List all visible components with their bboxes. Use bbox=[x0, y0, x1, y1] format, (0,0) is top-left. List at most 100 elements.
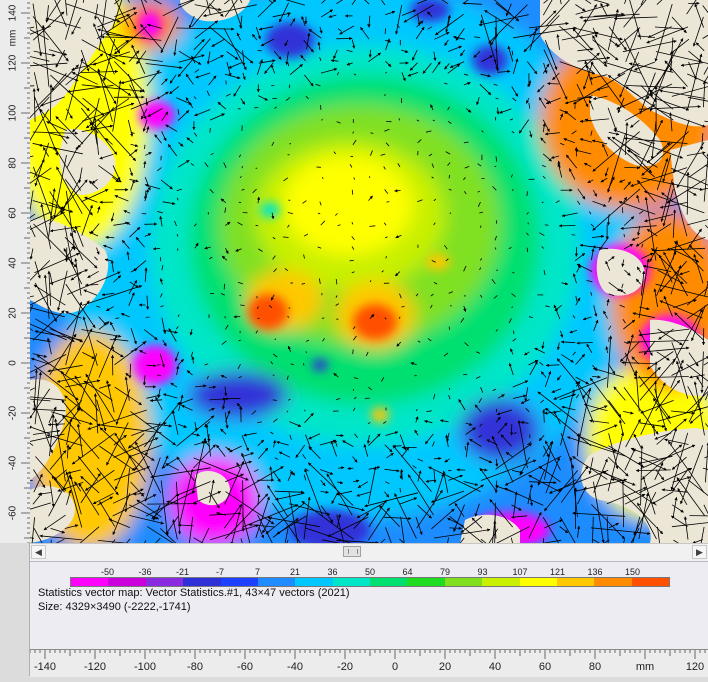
vector-arrow bbox=[449, 388, 450, 390]
ruler-label: -20 bbox=[337, 661, 353, 673]
vector-arrow bbox=[240, 305, 245, 306]
vector-arrow bbox=[239, 295, 241, 296]
ruler-label: 120 bbox=[686, 661, 704, 673]
vector-arrow bbox=[395, 191, 401, 192]
legend-value: 36 bbox=[313, 567, 353, 577]
vector-arrow bbox=[495, 117, 496, 121]
ruler-label: -80 bbox=[187, 661, 203, 673]
ruler-label: 0 bbox=[8, 360, 19, 366]
vector-arrow bbox=[401, 307, 404, 308]
legend-swatch bbox=[482, 578, 519, 586]
legend-value: 93 bbox=[463, 567, 503, 577]
ruler-label: -40 bbox=[287, 661, 303, 673]
info-vector-map-line: Statistics vector map: Vector Statistics… bbox=[38, 587, 350, 599]
ruler-label: 80 bbox=[589, 661, 601, 673]
legend-swatch bbox=[557, 578, 594, 586]
legend-swatch bbox=[71, 578, 108, 586]
vector-arrow bbox=[160, 257, 161, 261]
legend-swatch bbox=[221, 578, 258, 586]
legend-swatch bbox=[333, 578, 370, 586]
legend-value: 64 bbox=[388, 567, 428, 577]
ruler-label: 20 bbox=[8, 307, 19, 319]
legend-value: 107 bbox=[500, 567, 540, 577]
ruler-label: -20 bbox=[8, 405, 19, 420]
ruler-label: -120 bbox=[84, 661, 106, 673]
legend-value: -36 bbox=[125, 567, 165, 577]
vector-arrow bbox=[323, 177, 324, 179]
ruler-label: -60 bbox=[237, 661, 253, 673]
ruler-unit-label: mm bbox=[636, 661, 654, 673]
arrow-left-icon: ◀ bbox=[35, 547, 42, 557]
legend-value: 7 bbox=[238, 567, 278, 577]
legend-values: -50-36-21-77213650647993107121136150 bbox=[70, 567, 670, 577]
vector-arrow bbox=[481, 226, 482, 228]
vector-map-plot[interactable] bbox=[30, 0, 708, 543]
legend-swatch bbox=[520, 578, 557, 586]
horizontal-ruler-scale: -140 -120 -100 -80 -60 -40 -20 0 20 40 60 80 120 mm bbox=[30, 650, 708, 677]
ruler-label: 120 bbox=[8, 54, 19, 71]
legend-swatch bbox=[407, 578, 444, 586]
ruler-label: 60 bbox=[8, 207, 19, 219]
ruler-label: 140 bbox=[8, 4, 19, 21]
vector-arrow bbox=[353, 389, 354, 391]
arrow-right-icon: ▶ bbox=[696, 547, 703, 557]
legend-swatch bbox=[146, 578, 183, 586]
ruler-label: -100 bbox=[134, 661, 156, 673]
vector-arrow bbox=[336, 435, 344, 436]
ruler-label: 40 bbox=[489, 661, 501, 673]
vector-arrow bbox=[572, 235, 576, 236]
vector-arrow bbox=[353, 349, 354, 354]
vector-arrow bbox=[289, 308, 291, 309]
ruler-label: -60 bbox=[8, 505, 19, 520]
legend-value: 121 bbox=[538, 567, 578, 577]
vector-arrow bbox=[305, 410, 306, 412]
ruler-label: 100 bbox=[8, 104, 19, 121]
legend-color-bar bbox=[70, 577, 670, 587]
ruler-label: 0 bbox=[392, 661, 398, 673]
legend-value: -7 bbox=[200, 567, 240, 577]
vector-arrow bbox=[386, 256, 387, 258]
legend-swatch bbox=[370, 578, 407, 586]
vector-arrow bbox=[624, 167, 640, 168]
horizontal-ruler: -140 -120 -100 -80 -60 -40 -20 0 20 40 60 80 120 mm bbox=[30, 649, 708, 677]
ruler-label: 40 bbox=[8, 257, 19, 269]
legend-value: 150 bbox=[613, 567, 653, 577]
legend-value: 21 bbox=[275, 567, 315, 577]
vector-arrow bbox=[147, 504, 197, 505]
legend-swatch bbox=[295, 578, 332, 586]
legend-swatch bbox=[183, 578, 220, 586]
vector-arrow bbox=[385, 28, 386, 34]
legend-swatch bbox=[632, 578, 669, 586]
legend-swatch bbox=[108, 578, 145, 586]
legend-swatch bbox=[594, 578, 631, 586]
vertical-ruler-scale: 140 120 100 80 60 40 20 0 -20 -40 -60 mm bbox=[0, 0, 30, 543]
ruler-label: -40 bbox=[8, 455, 19, 470]
legend-value: -21 bbox=[163, 567, 203, 577]
vector-arrow bbox=[547, 84, 559, 85]
legend-value: 136 bbox=[575, 567, 615, 577]
vector-arrow bbox=[385, 73, 387, 74]
ruler-label: 80 bbox=[8, 157, 19, 169]
info-size-line: Size: 4329×3490 (-2222,-1741) bbox=[38, 601, 191, 613]
scroll-left-button[interactable]: ◀ bbox=[31, 545, 46, 559]
info-panel: -50-36-21-77213650647993107121136150 Sta… bbox=[30, 561, 708, 650]
legend-value: -50 bbox=[88, 567, 128, 577]
legend-swatch bbox=[445, 578, 482, 586]
legend-swatch bbox=[258, 578, 295, 586]
scrollbar-thumb[interactable] bbox=[343, 546, 361, 557]
vector-arrow bbox=[157, 375, 161, 376]
legend-value: 79 bbox=[425, 567, 465, 577]
ruler-label: 20 bbox=[439, 661, 451, 673]
ruler-label: -140 bbox=[34, 661, 56, 673]
ruler-corner bbox=[0, 543, 30, 676]
scroll-right-button[interactable]: ▶ bbox=[692, 545, 707, 559]
legend-value: 50 bbox=[350, 567, 390, 577]
ruler-unit-label: mm bbox=[8, 30, 19, 47]
ruler-label: 60 bbox=[539, 661, 551, 673]
vector-arrow bbox=[496, 220, 497, 223]
vector-arrow bbox=[434, 458, 441, 459]
vector-arrow bbox=[400, 488, 401, 492]
vector-arrow bbox=[145, 145, 146, 149]
vector-map-canvas[interactable] bbox=[30, 0, 708, 543]
horizontal-scrollbar[interactable]: ◀ ▶ bbox=[30, 543, 708, 562]
